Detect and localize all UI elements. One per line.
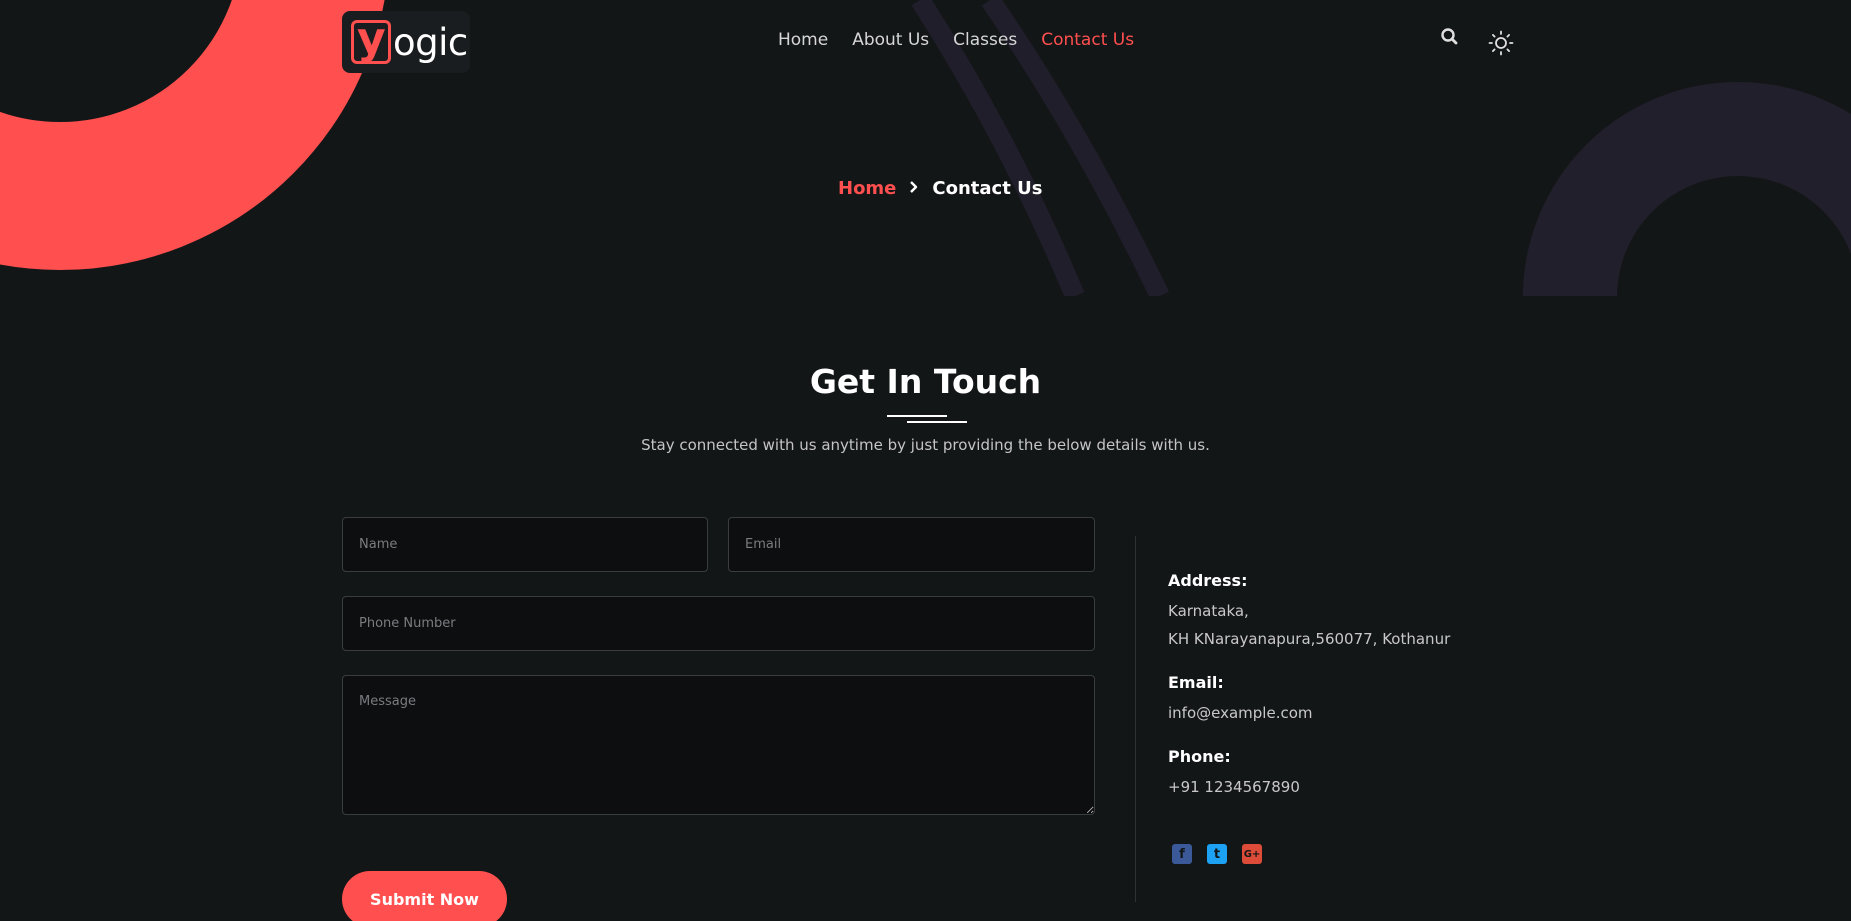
chevron-right-icon [908,178,920,199]
logo-mark: y [351,20,391,64]
google-plus-icon[interactable]: G+ [1242,844,1262,864]
address-line-1: Karnataka, [1168,602,1249,620]
site-header: y ogic Home About Us Classes Contact Us [0,0,1851,84]
phone-value[interactable]: +91 1234567890 [1168,778,1300,796]
email-input[interactable] [728,517,1095,572]
address-label: Address: [1168,571,1248,590]
nav-contact-us[interactable]: Contact Us [1041,30,1134,50]
nav-classes[interactable]: Classes [953,30,1017,50]
search-icon[interactable] [1439,26,1461,48]
logo-letter: y [357,20,386,64]
breadcrumb: Home Contact Us [838,178,1042,199]
title-underline [907,421,967,423]
phone-label: Phone: [1168,747,1231,766]
breadcrumb-home[interactable]: Home [838,178,896,199]
nav-about-us[interactable]: About Us [852,30,929,50]
email-value[interactable]: info@example.com [1168,704,1313,722]
email-label: Email: [1168,673,1224,692]
title-underline [887,415,947,417]
facebook-icon[interactable]: f [1172,844,1192,864]
phone-input[interactable] [342,596,1095,651]
nav-home[interactable]: Home [778,30,828,50]
logo-text: ogic [393,20,468,64]
name-input[interactable] [342,517,708,572]
main-nav: Home About Us Classes Contact Us [778,30,1134,50]
section-subtitle: Stay connected with us anytime by just p… [641,436,1210,454]
logo[interactable]: y ogic [342,11,470,73]
message-textarea[interactable] [342,675,1095,815]
vertical-divider [1135,536,1136,902]
breadcrumb-current: Contact Us [932,178,1043,199]
submit-button[interactable]: Submit Now [342,871,507,921]
section-title: Get In Touch [809,362,1042,401]
twitter-icon[interactable]: t [1207,844,1227,864]
sun-icon[interactable] [1488,30,1514,56]
address-line-2: KH KNarayanapura,560077, Kothanur [1168,630,1451,648]
